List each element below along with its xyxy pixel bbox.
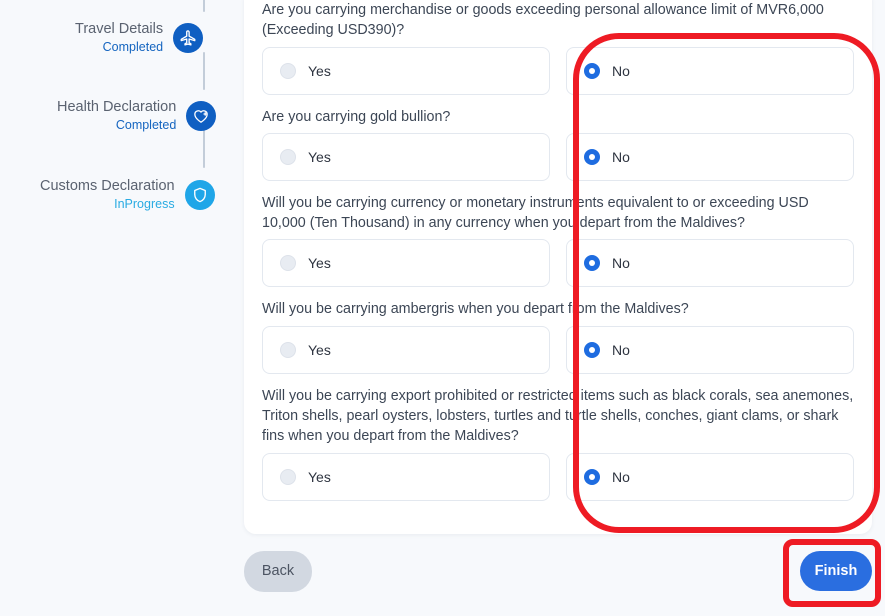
sidebar-step-health-declaration[interactable]: Health Declaration Completed [57, 99, 217, 133]
question-options: Yes No [262, 452, 854, 501]
question-options: Yes No [262, 46, 854, 95]
option-no[interactable]: No [566, 325, 854, 374]
step-title: Travel Details [75, 21, 164, 37]
radio-selected-icon[interactable] [584, 468, 600, 485]
option-label: Yes [308, 468, 331, 485]
option-no[interactable]: No [566, 239, 854, 288]
radio-unselected-icon[interactable] [280, 148, 296, 165]
back-button[interactable]: Back [244, 550, 312, 592]
option-yes[interactable]: Yes [262, 239, 550, 288]
page-root: Travel Details Completed Health Declarat… [0, 0, 885, 616]
step-title: Customs Declaration [40, 178, 175, 194]
question-options: Yes No [262, 239, 854, 288]
heart-shield-icon [186, 101, 217, 132]
question-text: Will you be carrying export prohibited o… [262, 387, 854, 445]
step-text-group: Customs Declaration InProgress [40, 178, 175, 212]
sidebar-step-travel-details[interactable]: Travel Details Completed [75, 21, 204, 55]
question-block: Will you be carrying currency or monetar… [262, 181, 854, 288]
option-yes[interactable]: Yes [262, 46, 550, 95]
step-title: Health Declaration [57, 99, 177, 115]
step-status: Completed [115, 118, 177, 133]
sidebar-step-customs-declaration[interactable]: Customs Declaration InProgress [40, 178, 215, 212]
airplane-icon [173, 23, 204, 54]
finish-button[interactable]: Finish [800, 551, 872, 591]
option-yes[interactable]: Yes [262, 325, 550, 374]
form-footer: Back Finish [244, 548, 872, 594]
stepper-connector-line [203, 52, 205, 90]
question-block: Are you carrying merchandise or goods ex… [262, 0, 854, 95]
radio-selected-icon[interactable] [584, 148, 600, 165]
radio-unselected-icon[interactable] [280, 255, 296, 272]
stepper-connector-line [203, 130, 205, 168]
question-text: Will you be carrying ambergris when you … [262, 301, 689, 318]
question-text: Are you carrying gold bullion? [262, 108, 451, 125]
question-text: Will you be carrying currency or monetar… [262, 194, 809, 232]
option-label: Yes [308, 62, 331, 79]
option-yes[interactable]: Yes [262, 132, 550, 181]
radio-unselected-icon[interactable] [280, 62, 296, 79]
option-label: Yes [308, 148, 331, 165]
option-label: Yes [308, 255, 331, 272]
option-no[interactable]: No [566, 452, 854, 501]
option-no[interactable]: No [566, 46, 854, 95]
radio-selected-icon[interactable] [584, 341, 600, 358]
question-text: Are you carrying merchandise or goods ex… [262, 2, 824, 39]
option-label: No [612, 148, 630, 165]
step-status: Completed [102, 40, 164, 55]
progress-stepper: Travel Details Completed Health Declarat… [0, 0, 228, 616]
option-no[interactable]: No [566, 132, 854, 181]
stepper-connector-line [203, 0, 205, 12]
option-label: No [612, 62, 630, 79]
step-text-group: Health Declaration Completed [57, 99, 176, 133]
radio-selected-icon[interactable] [584, 255, 600, 272]
radio-unselected-icon[interactable] [280, 468, 296, 485]
question-block: Will you be carrying ambergris when you … [262, 287, 854, 374]
question-block: Will you be carrying export prohibited o… [262, 374, 854, 501]
radio-selected-icon[interactable] [584, 62, 600, 79]
radio-unselected-icon[interactable] [280, 341, 296, 358]
customs-declaration-form-card: Are you carrying merchandise or goods ex… [244, 0, 872, 534]
question-block: Are you carrying gold bullion? Yes No [262, 95, 854, 181]
option-label: No [612, 468, 630, 485]
option-label: No [612, 255, 630, 272]
question-options: Yes No [262, 325, 854, 374]
question-options: Yes No [262, 132, 854, 181]
option-label: Yes [308, 341, 331, 358]
step-status: InProgress [114, 197, 175, 212]
step-text-group: Travel Details Completed [75, 21, 163, 55]
option-yes[interactable]: Yes [262, 452, 550, 501]
option-label: No [612, 341, 630, 358]
shield-icon [184, 180, 215, 211]
